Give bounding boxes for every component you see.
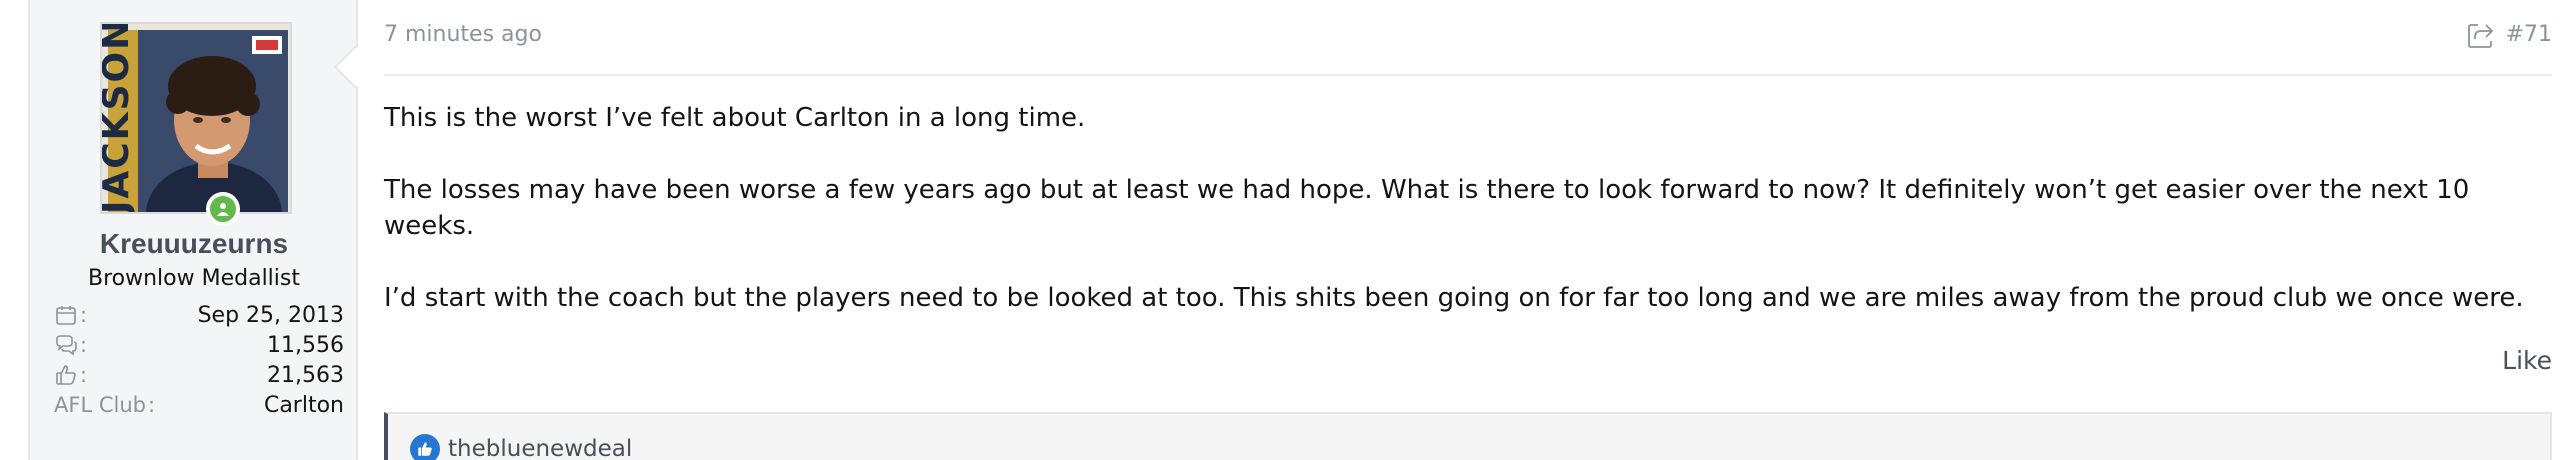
messages-icon [56, 335, 77, 356]
share-icon[interactable] [2466, 20, 2496, 50]
post-timestamp[interactable]: 7 minutes ago [384, 22, 542, 47]
reaction-score: 21,563 [267, 362, 344, 388]
like-button[interactable]: Like [2502, 346, 2552, 375]
post-body: This is the worst I’ve felt about Carlto… [384, 100, 2552, 352]
user-panel-arrow [333, 45, 377, 89]
post-paragraph: I’d start with the coach but the players… [384, 283, 2524, 313]
stat-row-club: AFL Club: Carlton [54, 392, 344, 418]
post-paragraph: This is the worst I’ve felt about Carlto… [384, 103, 1086, 133]
club-value: Carlton [263, 392, 344, 418]
post-meta-bar: 7 minutes ago #71 [384, 0, 2552, 76]
user-stats: : Sep 25, 2013 : 11,556: 21,563 AFL Clu… [54, 300, 344, 420]
stat-row-joined: : Sep 25, 2013 [54, 300, 344, 330]
post-main: 7 minutes ago #71 This is the worst I’ve… [384, 0, 2552, 460]
stat-row-messages: : 11,556 [54, 330, 344, 360]
user-panel: JACKSON Kreuuuzeurns Brownlow Medallist … [30, 0, 377, 460]
username-link[interactable]: Kreuuuzeurns [30, 228, 358, 260]
message-count: 11,556 [267, 332, 344, 358]
post-number-link[interactable]: #71 [2506, 22, 2552, 47]
avatar-card-text: JACKSON [102, 24, 137, 214]
joined-date: Sep 25, 2013 [197, 302, 344, 328]
avatar-image: JACKSON [102, 24, 290, 214]
page-margin [0, 0, 28, 460]
club-label: AFL Club [54, 393, 146, 417]
avatar[interactable]: JACKSON [100, 22, 292, 214]
calendar-icon [56, 306, 76, 325]
reaction-user-link[interactable]: thebluenewdeal [448, 436, 632, 460]
user-title: Brownlow Medallist [88, 266, 300, 291]
thumbs-up-icon [56, 365, 76, 385]
post-paragraph: The losses may have been worse a few yea… [384, 175, 2470, 241]
reactions-bar[interactable]: thebluenewdeal [384, 412, 2552, 460]
forum-post: JACKSON Kreuuuzeurns Brownlow Medallist … [28, 0, 2576, 460]
online-status-icon [206, 192, 240, 226]
stat-row-reactions: : 21,563 [54, 360, 344, 390]
like-reaction-icon [410, 434, 440, 460]
